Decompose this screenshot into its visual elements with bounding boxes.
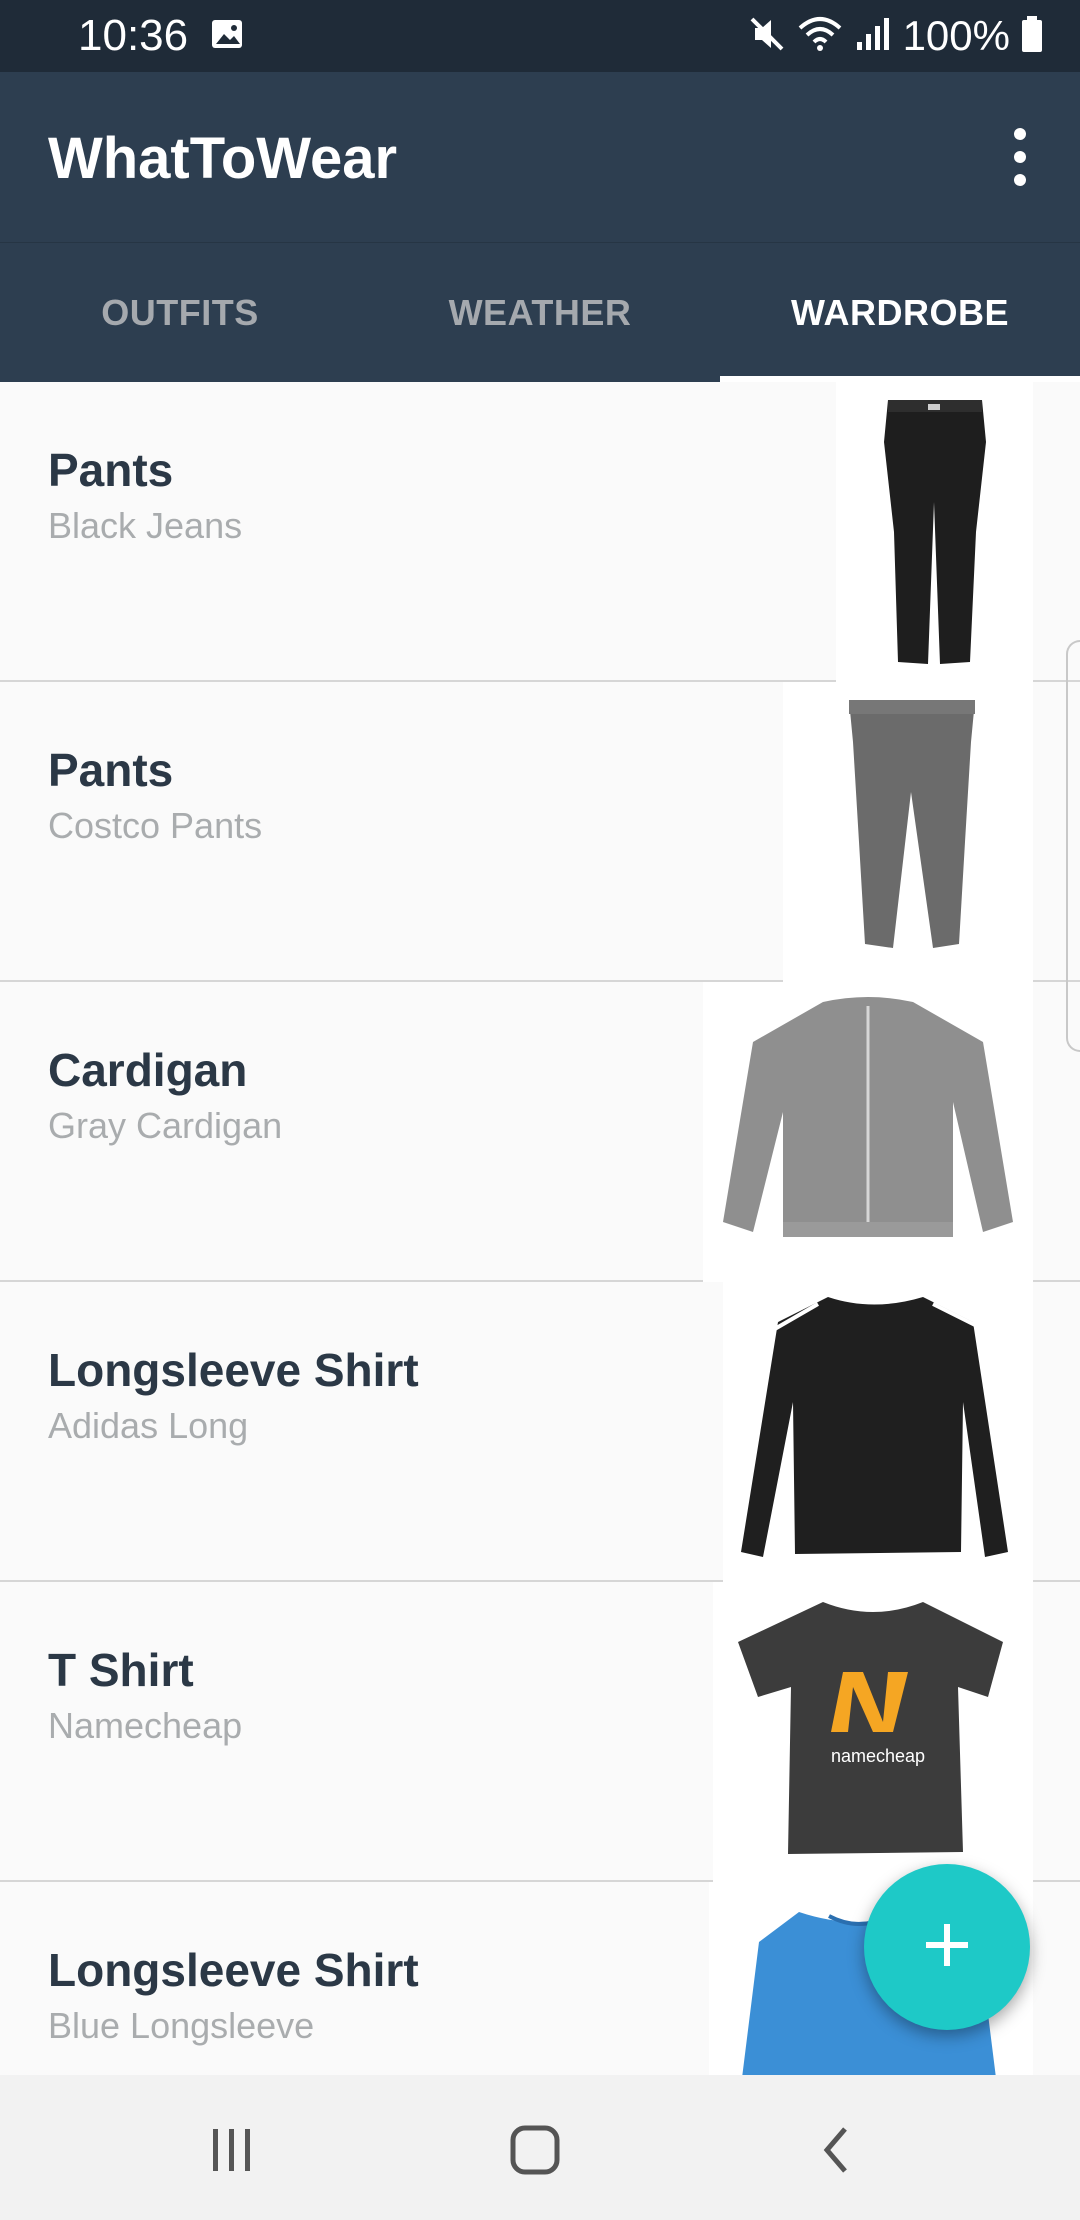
black-jeans-image — [836, 382, 1033, 682]
tab-weather[interactable]: WEATHER — [360, 243, 720, 383]
list-item[interactable]: Longsleeve Shirt Adidas Long — [0, 1282, 1080, 1582]
gray-pants-image — [783, 682, 1033, 982]
battery-icon — [1020, 14, 1044, 59]
gray-namecheap-tshirt-image: namecheap — [713, 1582, 1033, 1882]
status-time: 10:36 — [78, 11, 189, 60]
list-item[interactable]: Cardigan Gray Cardigan — [0, 982, 1080, 1282]
list-item[interactable]: T Shirt Namecheap namecheap — [0, 1582, 1080, 1882]
item-name: Namecheap — [48, 1705, 243, 1746]
recent-apps-icon[interactable] — [182, 2105, 282, 2195]
app-bar: WhatToWear — [0, 72, 1080, 242]
add-item-button[interactable] — [864, 1864, 1030, 2030]
tab-wardrobe[interactable]: WARDROBE — [720, 243, 1080, 383]
more-vert-icon[interactable] — [1000, 126, 1040, 188]
tshirt-print-text: namecheap — [831, 1746, 925, 1766]
tab-outfits[interactable]: OUTFITS — [0, 243, 360, 383]
item-name: Gray Cardigan — [48, 1105, 283, 1146]
gallery-icon — [210, 18, 244, 50]
item-name: Blue Longsleeve — [48, 2005, 315, 2046]
black-adidas-shirt-image — [723, 1282, 1033, 1582]
item-type: Cardigan — [48, 1044, 248, 1096]
app-title: WhatToWear — [48, 126, 398, 191]
item-name: Black Jeans — [48, 505, 243, 546]
wardrobe-list[interactable]: Pants Black Jeans Pants Costco Pants Car… — [0, 382, 1080, 2075]
status-bar: 10:36 100% — [0, 0, 1080, 72]
home-icon[interactable] — [485, 2105, 585, 2195]
item-type: Longsleeve Shirt — [48, 1344, 419, 1396]
tab-bar: OUTFITS WEATHER WARDROBE — [0, 242, 1080, 382]
item-name: Costco Pants — [48, 805, 263, 846]
item-type: Longsleeve Shirt — [48, 1944, 419, 1996]
plus-icon — [922, 1920, 972, 1975]
mute-icon — [747, 14, 787, 59]
wifi-icon — [797, 14, 843, 59]
signal-icon — [853, 14, 893, 59]
system-nav-bar — [0, 2075, 1080, 2220]
item-type: T Shirt — [48, 1644, 194, 1696]
edge-panel-handle[interactable] — [1066, 640, 1080, 1052]
back-icon[interactable] — [788, 2105, 888, 2195]
list-item[interactable]: Pants Black Jeans — [0, 382, 1080, 682]
battery-level: 100% — [902, 12, 1010, 59]
item-name: Adidas Long — [48, 1405, 249, 1446]
gray-cardigan-image — [703, 982, 1033, 1282]
item-type: Pants — [48, 744, 174, 796]
item-type: Pants — [48, 444, 174, 496]
list-item[interactable]: Pants Costco Pants — [0, 682, 1080, 982]
